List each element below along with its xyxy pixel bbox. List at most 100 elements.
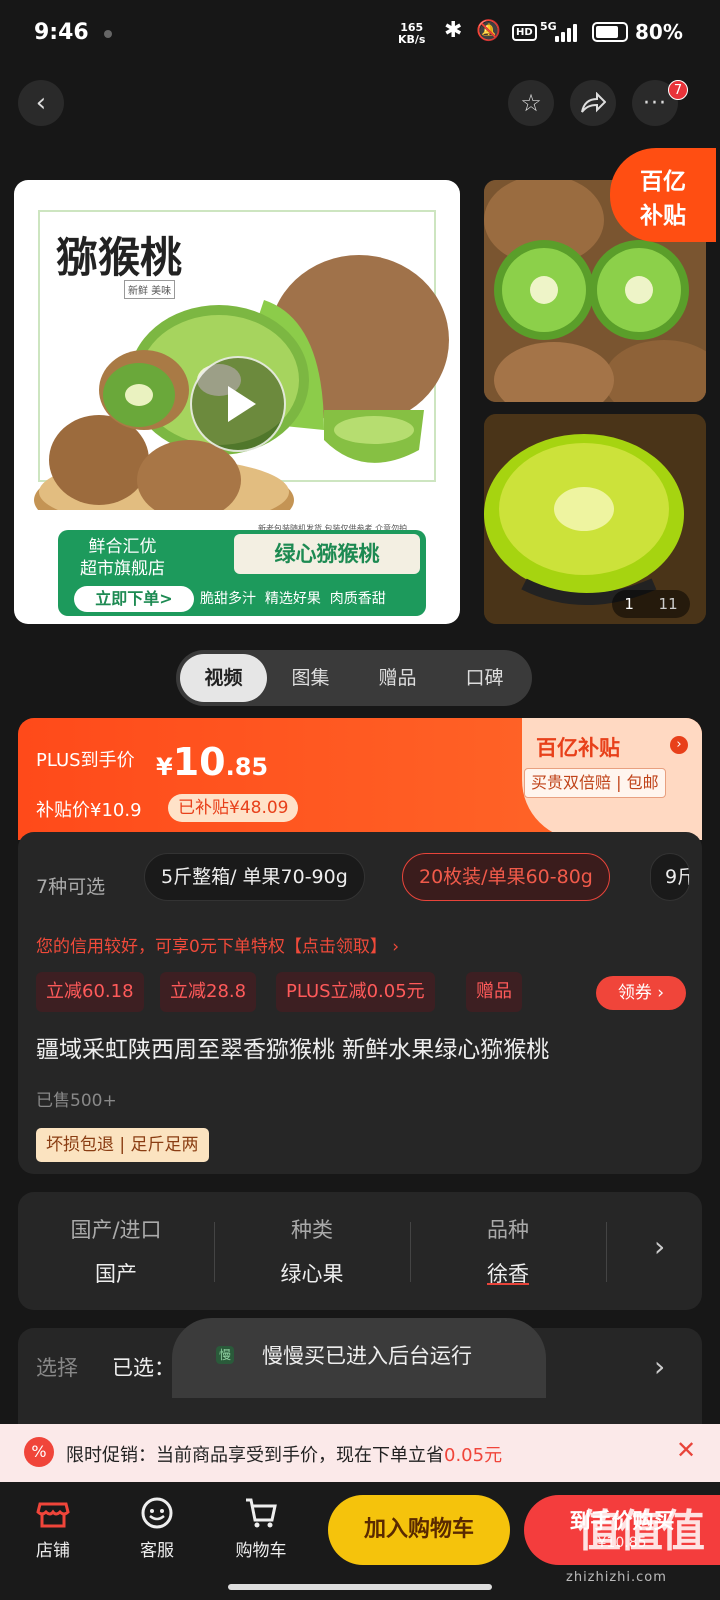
add-to-cart-button[interactable]: 加入购物车 — [328, 1495, 510, 1565]
option-chip-2[interactable]: 20枚装/单果60-80g — [402, 853, 610, 901]
play-icon — [228, 386, 256, 422]
promo-tag-3: PLUS立减0.05元 — [276, 972, 435, 1012]
divider — [606, 1222, 607, 1282]
net-speed: 165 KB/s — [398, 22, 425, 46]
sold-count: 已售500+ — [36, 1091, 117, 1111]
watermark-char: 值 — [577, 1506, 621, 1557]
promo-tag-1: 立减60.18 — [36, 972, 144, 1012]
store-line1: 鲜合汇优 — [88, 537, 157, 557]
option-chip-3[interactable]: 9斤 — [650, 853, 690, 901]
share-icon — [581, 92, 606, 113]
price-banner: PLUS到手价 ¥10.85 补贴价¥10.9 已补贴¥48.09 百亿补贴 ›… — [18, 718, 702, 840]
nav-cart[interactable]: 购物车 — [226, 1496, 296, 1561]
product-title: 疆域采虹陕西周至翠香猕猴桃 新鲜水果绿心猕猴桃 — [36, 1037, 550, 1063]
store-icon — [18, 1496, 88, 1536]
nav-store[interactable]: 店铺 — [18, 1496, 88, 1561]
tab-reviews[interactable]: 口碑 — [441, 654, 528, 702]
watermark-char: 值 — [661, 1506, 705, 1557]
limited-amount: 0.05元 — [444, 1445, 503, 1466]
thumbnail-2[interactable]: 1 11 — [484, 414, 706, 624]
plus-price-label: PLUS到手价 — [36, 750, 135, 771]
star-icon: ☆ — [520, 89, 542, 117]
option-count: 7种可选 — [36, 876, 106, 898]
status-time: 9:46 — [34, 20, 89, 45]
media-tabs: 视频 图集 赠品 口碑 — [176, 650, 532, 706]
attr-key: 种类 — [291, 1218, 333, 1242]
subsidy-price: 补贴价¥10.9 — [36, 800, 142, 821]
credit-offer-link[interactable]: 您的信用较好，可享0元下单特权【点击领取】 › — [36, 932, 399, 957]
hd-icon: HD — [512, 24, 537, 41]
price-int: 10 — [172, 740, 226, 784]
tab-video[interactable]: 视频 — [180, 654, 267, 702]
background-toast: 慢 慢慢买已进入后台运行 — [172, 1318, 546, 1398]
mute-icon: 🔕 — [476, 18, 501, 42]
price-dec: .85 — [225, 753, 269, 781]
attr-value: 徐香 — [487, 1262, 529, 1286]
gallery-index-total: 11 — [658, 595, 678, 613]
promo-tag-gift: 赠品 — [466, 972, 522, 1012]
attr-key: 国产/进口 — [70, 1218, 162, 1242]
feature-text: 脆甜多汁 精选好果 肉质香甜 — [200, 591, 386, 607]
attr-value: 绿心果 — [280, 1262, 344, 1286]
home-indicator[interactable] — [228, 1584, 492, 1590]
watermark-char: 值 — [619, 1506, 663, 1557]
subsidy-brand-panel[interactable]: 百亿补贴 › 买贵双倍赔 | 包邮 — [522, 718, 702, 840]
notification-dot-icon — [104, 30, 112, 38]
nav-store-label: 店铺 — [36, 1541, 70, 1561]
favorite-button[interactable]: ☆ — [508, 80, 554, 126]
chevron-right-icon: › — [654, 1350, 666, 1383]
signal-icon — [555, 22, 583, 42]
subsidized-amount: 已补贴¥48.09 — [168, 794, 299, 822]
watermark-site: zhizhizhi.com — [566, 1570, 667, 1585]
attr-type: 种类 绿心果 — [214, 1192, 410, 1288]
variety-banner: 绿心猕猴桃 — [234, 534, 420, 574]
smile-chat-icon — [122, 1496, 192, 1536]
cart-icon — [226, 1496, 296, 1536]
battery-icon — [592, 22, 628, 42]
claim-coupon-button[interactable]: 领券 › — [596, 976, 686, 1010]
watermark-logo: 值值值 — [570, 1504, 710, 1570]
chevron-left-icon: ‹ — [35, 88, 47, 118]
selected-value: 已选： — [112, 1356, 175, 1380]
attr-origin: 国产/进口 国产 — [18, 1192, 214, 1288]
chevron-right-icon: › — [654, 1230, 666, 1263]
attributes-card[interactable]: 国产/进口 国产 种类 绿心果 品种 徐香 › — [18, 1192, 702, 1310]
net-speed-unit: KB/s — [398, 33, 426, 46]
store-banner: 鲜合汇优 超市旗舰店 立即下单> 绿心猕猴桃 脆甜多汁 精选好果 肉质香甜 — [58, 530, 426, 616]
subsidy-corner-tag: 百亿 补贴 — [610, 148, 716, 242]
limited-promo-text: 限时促销：当前商品享受到手价，现在下单立省0.05元 — [66, 1441, 502, 1467]
limited-text: 限时促销：当前商品享受到手价，现在下单立省 — [66, 1445, 444, 1466]
store-line2: 超市旗舰店 — [80, 559, 165, 579]
tab-gift[interactable]: 赠品 — [354, 654, 441, 702]
app-icon: 慢 — [216, 1346, 234, 1364]
nav-service-label: 客服 — [140, 1541, 174, 1561]
attr-key: 品种 — [487, 1218, 529, 1242]
cart-badge: 7 — [668, 80, 688, 100]
tab-gallery[interactable]: 图集 — [267, 654, 354, 702]
main-product-image[interactable]: 猕猴桃 新鲜 美味 新老包装随机发货 包装仅供参考 介意勿拍 鲜合汇优 超市旗舰店… — [14, 180, 460, 624]
more-dots-icon: ··· — [643, 90, 667, 116]
back-button[interactable]: ‹ — [18, 80, 64, 126]
close-icon[interactable]: ✕ — [676, 1436, 696, 1464]
play-video-button[interactable] — [190, 356, 286, 452]
battery-percent: 80% — [635, 20, 683, 44]
share-button[interactable] — [570, 80, 616, 126]
gallery-index-current: 1 — [624, 595, 634, 613]
guarantee-tag: 买贵双倍赔 | 包邮 — [524, 768, 666, 798]
limited-promo-bar[interactable]: % 限时促销：当前商品享受到手价，现在下单立省0.05元 ✕ — [0, 1424, 720, 1482]
gallery-index: 1 11 — [612, 590, 690, 618]
promo-tag-2: 立减28.8 — [160, 972, 257, 1012]
discount-icon: % — [24, 1437, 54, 1467]
nav-service[interactable]: 客服 — [122, 1496, 192, 1561]
subsidy-tag-bottom: 补贴 — [640, 203, 686, 229]
order-now-button[interactable]: 立即下单> — [74, 586, 194, 612]
attr-variety: 品种 徐香 — [410, 1192, 606, 1288]
store-name: 鲜合汇优 超市旗舰店 — [80, 536, 165, 580]
attr-value: 国产 — [95, 1262, 137, 1286]
bluetooth-icon: ✱ — [444, 18, 463, 43]
chevron-right-icon: › — [670, 736, 688, 754]
option-chip-1[interactable]: 5斤整箱/ 单果70-90g — [144, 853, 365, 901]
service-tags: 坏损包退 | 足斤足两 — [36, 1128, 209, 1162]
plus-price: ¥10.85 — [156, 740, 268, 784]
subsidy-brand-tag: 百亿补贴 — [536, 736, 620, 760]
